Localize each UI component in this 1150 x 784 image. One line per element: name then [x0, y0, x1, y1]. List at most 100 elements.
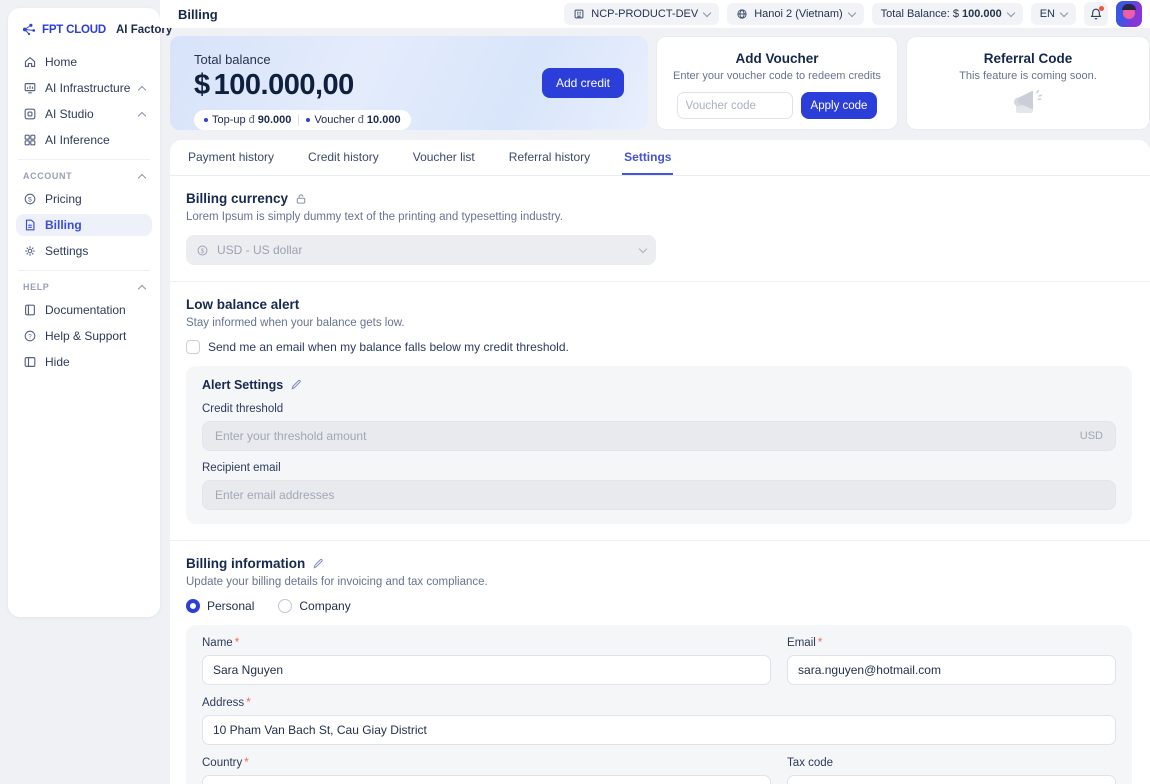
bullet-dot	[306, 118, 310, 122]
logo-text: FPT CLOUD	[42, 24, 106, 36]
low-balance-section: Low balance alert Stay informed when you…	[186, 282, 1132, 524]
svg-text:$: $	[201, 247, 205, 254]
sidebar-section-account[interactable]: ACCOUNT	[16, 168, 152, 184]
sidebar-divider	[18, 270, 150, 271]
book-icon	[23, 303, 37, 317]
sidebar-item-billing[interactable]: Billing	[16, 214, 152, 236]
address-field: Address*	[202, 697, 1116, 745]
referral-card-title: Referral Code	[984, 51, 1073, 66]
chevron-up-icon	[138, 284, 146, 292]
pencil-icon[interactable]	[290, 379, 302, 391]
tab-credit-history[interactable]: Credit history	[306, 140, 381, 175]
avatar[interactable]	[1116, 1, 1142, 27]
tab-settings[interactable]: Settings	[622, 140, 673, 175]
svg-text:?: ?	[28, 333, 32, 340]
address-input[interactable]	[202, 715, 1116, 745]
pencil-icon[interactable]	[312, 558, 324, 570]
sidebar-item-pricing[interactable]: $ Pricing	[16, 188, 152, 210]
tax-code-field: Tax code	[787, 757, 1116, 784]
sidebar-item-documentation[interactable]: Documentation	[16, 299, 152, 321]
sidebar-item-hide[interactable]: Hide	[16, 351, 152, 373]
billing-currency-subtitle: Lorem Ipsum is simply dummy text of the …	[186, 211, 1132, 223]
name-label: Name	[202, 637, 233, 649]
balance-value: 100.000	[962, 8, 1002, 20]
recipient-email-label: Recipient email	[202, 462, 1116, 474]
square-app-icon	[23, 107, 37, 121]
apply-code-button[interactable]: Apply code	[801, 92, 878, 119]
sidebar-item-ai-studio[interactable]: AI Studio	[16, 103, 152, 125]
invoice-icon	[23, 218, 37, 232]
project-selector[interactable]: NCP-PRODUCT-DEV	[564, 3, 719, 25]
gear-icon	[23, 244, 37, 258]
country-field: Country* Vietnam	[202, 757, 771, 784]
currency-value: USD - US dollar	[217, 243, 302, 257]
email-alert-checkbox-label: Send me an email when my balance falls b…	[208, 340, 569, 354]
chevron-down-icon	[703, 8, 711, 16]
add-credit-button[interactable]: Add credit	[542, 68, 624, 98]
notifications-button[interactable]	[1084, 2, 1108, 26]
email-input[interactable]	[787, 655, 1116, 685]
sidebar-section-help[interactable]: HELP	[16, 279, 152, 295]
required-marker: *	[235, 637, 239, 649]
grid-icon	[23, 133, 37, 147]
add-voucher-card: Add Voucher Enter your voucher code to r…	[656, 36, 898, 130]
balance-breakdown: Top-up đ 90.000 Voucher đ 10.000	[194, 110, 411, 130]
radio-personal[interactable]: Personal	[186, 599, 254, 613]
sidebar-item-settings[interactable]: Settings	[16, 240, 152, 262]
total-balance-dropdown[interactable]: Total Balance: $ 100.000	[872, 3, 1023, 25]
sidebar-item-home[interactable]: Home	[16, 51, 152, 73]
credit-threshold-label: Credit threshold	[202, 403, 1116, 415]
required-marker: *	[246, 697, 250, 709]
alert-settings-panel: Alert Settings Credit threshold Enter yo…	[186, 366, 1132, 524]
question-circle-icon: ?	[23, 329, 37, 343]
balance-title: Total balance	[194, 52, 624, 67]
tax-code-input[interactable]	[787, 775, 1116, 784]
sidebar-item-ai-infrastructure[interactable]: AI Infrastructure	[16, 77, 152, 99]
address-label: Address	[202, 697, 244, 709]
billing-type-radios: Personal Company	[186, 599, 1132, 613]
sidebar-item-help-support[interactable]: ? Help & Support	[16, 325, 152, 347]
threshold-placeholder: Enter your threshold amount	[215, 429, 366, 443]
billing-currency-title: Billing currency	[186, 191, 288, 206]
email-placeholder: Enter email addresses	[215, 488, 334, 502]
voucher-code-input[interactable]	[677, 92, 793, 119]
sidebar-item-label: Settings	[45, 244, 88, 258]
sidebar-item-label: AI Studio	[45, 107, 94, 121]
radio-company-label: Company	[299, 599, 350, 613]
voucher-card-title: Add Voucher	[735, 51, 818, 66]
country-select[interactable]: Vietnam	[202, 775, 771, 784]
name-input[interactable]	[202, 655, 771, 685]
topup-value: 90.000	[258, 114, 292, 126]
email-alert-checkbox[interactable]	[186, 340, 200, 354]
radio-company[interactable]: Company	[278, 599, 350, 613]
language-selector[interactable]: EN	[1031, 3, 1076, 25]
tab-voucher-list[interactable]: Voucher list	[411, 140, 477, 175]
sidebar: FPT CLOUD AI Factory Home AI Infrastruct…	[8, 8, 160, 617]
tab-referral-history[interactable]: Referral history	[507, 140, 592, 175]
region-selector[interactable]: Hanoi 2 (Vietnam)	[727, 3, 863, 25]
radio-company-control[interactable]	[278, 599, 292, 613]
chevron-down-icon	[639, 244, 647, 252]
sidebar-item-ai-inference[interactable]: AI Inference	[16, 129, 152, 151]
low-balance-title: Low balance alert	[186, 297, 299, 312]
megaphone-icon	[1009, 88, 1047, 118]
radio-personal-label: Personal	[207, 599, 254, 613]
voucher-card-subtitle: Enter your voucher code to redeem credit…	[673, 70, 881, 82]
billing-tabs: Payment history Credit history Voucher l…	[170, 140, 1150, 176]
email-label: Email	[787, 637, 816, 649]
total-balance-card: Total balance $100.000,00 Top-up đ 90.00…	[170, 36, 648, 130]
summary-cards: Total balance $100.000,00 Top-up đ 90.00…	[170, 36, 1150, 130]
svg-text:$: $	[28, 196, 32, 203]
notification-badge	[1099, 6, 1104, 11]
credit-threshold-input: Enter your threshold amount USD	[202, 421, 1116, 451]
tab-payment-history[interactable]: Payment history	[186, 140, 276, 175]
currency-select: $ USD - US dollar	[186, 235, 656, 265]
voucher-value: 10.000	[367, 114, 401, 126]
brand-logo[interactable]: FPT CLOUD AI Factory	[16, 18, 152, 47]
tax-code-label: Tax code	[787, 757, 833, 769]
chevron-down-icon	[847, 8, 855, 16]
radio-personal-control[interactable]	[186, 599, 200, 613]
low-balance-subtitle: Stay informed when your balance gets low…	[186, 317, 1132, 329]
dollar-circle-icon: $	[23, 192, 37, 206]
pill-divider	[298, 114, 299, 126]
